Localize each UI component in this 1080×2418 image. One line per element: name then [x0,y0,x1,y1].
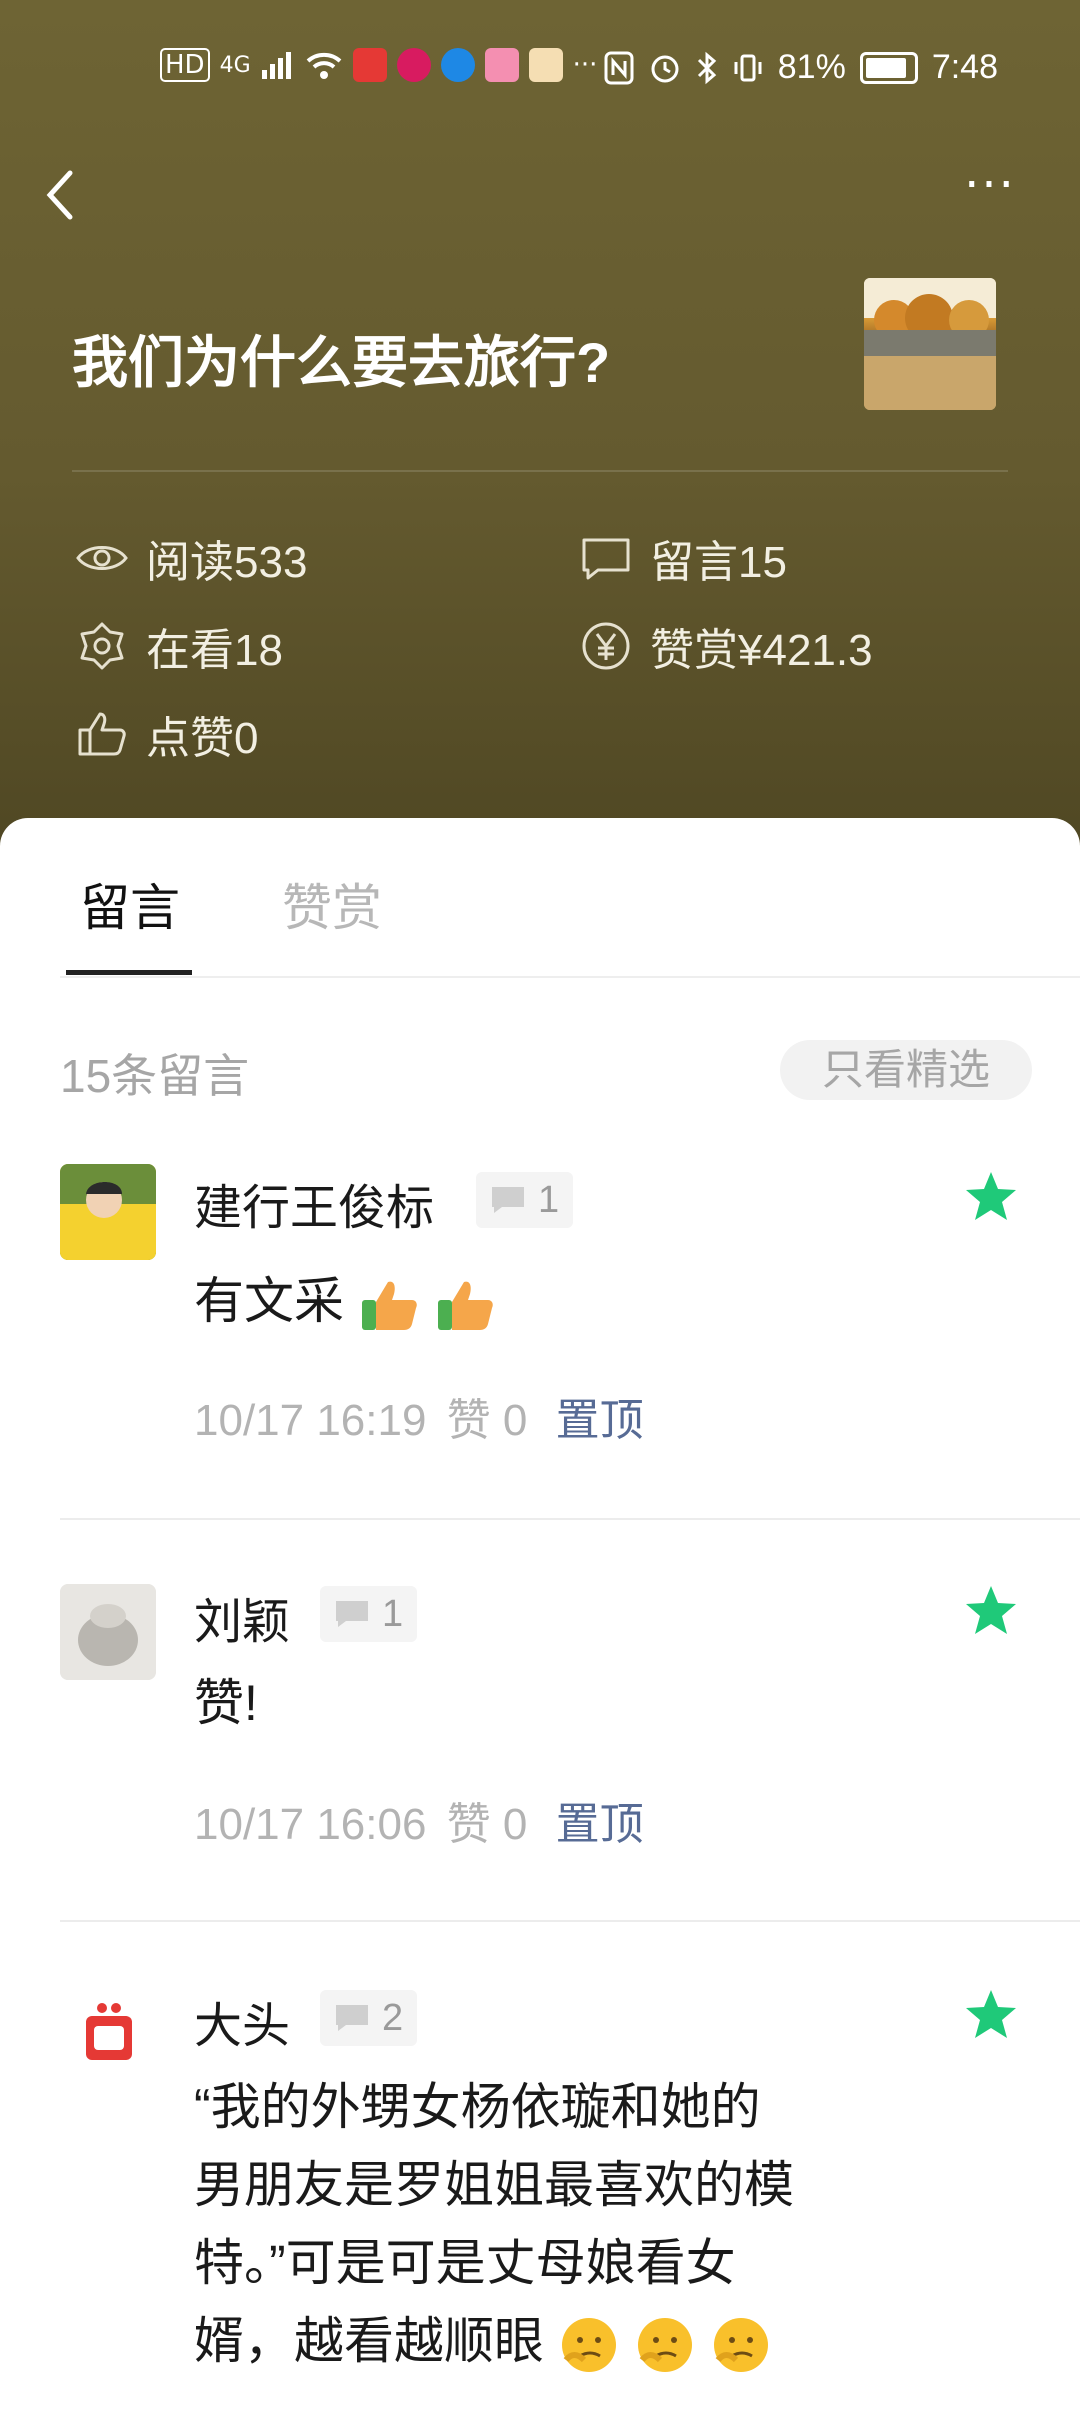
commenter-name[interactable]: 建行王俊标 [194,1168,434,1238]
thumbs-up-emoji-icon [437,1281,493,1330]
battery-percent: 81% [777,48,846,86]
reply-count: 1 [538,1178,560,1221]
comment-text: 有文采 [194,1262,874,1340]
hd-indicator: HD [160,48,210,82]
avatar[interactable] [60,1584,156,1680]
avatar[interactable] [60,1986,156,2082]
stat-rewards: 赞赏¥421.3 [578,614,873,678]
thinking-face-emoji-icon [713,2317,768,2372]
pin-button[interactable]: 置顶 [556,1396,644,1445]
comment-text-line: “我的外甥女杨依璇和她的 [194,2079,761,2135]
signal-icon [261,52,291,79]
battery-icon [859,51,918,84]
article-thumbnail[interactable] [864,278,996,410]
chevron-left-icon [46,170,73,220]
avatar-image [60,1164,156,1260]
thumbnail-image [864,278,996,410]
app-notification-icon [352,48,387,82]
status-right: 81% 7:48 [604,48,998,87]
wifi-icon [306,52,341,79]
avatar-image [60,1584,156,1680]
alarm-icon [651,55,679,82]
stat-reads: 阅读533 [74,526,307,590]
network-label: 4G [219,52,251,78]
comment-count: 15条留言 [60,1050,250,1102]
thumbs-up-icon [78,712,126,756]
tab-comments[interactable]: 留言 [80,868,180,940]
reply-count-badge[interactable]: 2 [320,1990,418,2046]
comment-likes[interactable]: 赞 0 [447,1800,528,1849]
app-notification-icon [484,48,519,82]
pin-button[interactable]: 置顶 [556,1800,644,1849]
comment-text-line-last: 婿，越看越顺眼 [194,2302,874,2380]
nfc-icon [604,51,634,84]
commenter-name[interactable]: 刘颖 [194,1582,290,1652]
stat-likes-label: 点赞0 [146,714,259,763]
comment-icon [582,538,630,580]
clock: 7:48 [931,48,998,86]
tab-divider [60,976,1080,978]
comment-meta: 10/17 16:19 赞 0 置顶 [194,1384,644,1448]
vibrate-icon [734,54,762,81]
bluetooth-icon [697,51,716,84]
reply-icon [336,1601,368,1627]
app-notification-icon [528,48,563,82]
eye-icon [76,546,128,570]
thinking-face-emoji-icon [637,2317,692,2372]
reply-count: 1 [382,1592,404,1635]
comment-text-line: 婿，越看越顺眼 [194,2313,544,2369]
thinking-face-emoji-icon [561,2317,616,2372]
avatar[interactable] [60,1164,156,1260]
thumbs-up-emoji-icon [361,1281,417,1330]
featured-star-icon[interactable] [962,1986,1020,2044]
commenter-name[interactable]: 大头 [194,1986,290,2056]
stat-likes: 点赞0 [74,702,258,766]
stat-comments: 留言15 [578,526,787,590]
watching-icon [80,622,124,670]
comment-text-line: 男朋友是罗姐姐最喜欢的模 [194,2157,794,2213]
reply-count: 2 [382,1996,404,2039]
comment-text: 赞! [194,1675,258,1731]
more-notifications-icon: ··· [572,50,598,80]
comment-likes[interactable]: 赞 0 [447,1396,528,1445]
comment-time: 10/17 16:06 [194,1800,427,1849]
stat-watching: 在看18 [74,614,283,678]
reply-count-badge[interactable]: 1 [476,1172,574,1228]
row-divider [60,1920,1080,1922]
row-divider [60,1518,1080,1520]
featured-star-icon[interactable] [962,1168,1020,1226]
article-title: 我们为什么要去旅行? [72,331,611,394]
comment-text-line: 特。”可是可是丈母娘看女 [194,2235,736,2291]
stat-reads-label: 阅读533 [146,538,308,587]
comment-text-label: 有文采 [194,1273,344,1329]
comment-text: “我的外甥女杨依璇和她的 男朋友是罗姐姐最喜欢的模 特。”可是可是丈母娘看女 婿… [194,2068,874,2380]
featured-star-icon[interactable] [962,1582,1020,1640]
app-notification-icon [440,48,475,82]
more-button[interactable]: ··· [950,161,1030,220]
comment-meta: 10/17 16:06 赞 0 置顶 [194,1788,644,1852]
stat-comments-label: 留言15 [650,538,787,587]
status-bar: HD 4G ··· 81% 7:48 [0,40,1080,100]
reply-icon [492,1187,524,1213]
yen-icon [582,622,630,670]
avatar-image [60,1986,156,2082]
tab-active-indicator [66,970,192,975]
stat-watching-label: 在看18 [146,626,283,675]
reply-icon [336,2005,368,2031]
back-button[interactable] [40,165,90,225]
featured-only-button[interactable]: 只看精选 [780,1040,1032,1100]
status-icons: HD 4G ··· [160,48,597,82]
app-notification-icon [396,48,431,82]
tab-rewards[interactable]: 赞赏 [282,868,382,940]
header-divider [72,470,1008,472]
stat-rewards-label: 赞赏¥421.3 [650,626,873,675]
reply-count-badge[interactable]: 1 [320,1586,418,1642]
comment-time: 10/17 16:19 [194,1396,427,1445]
